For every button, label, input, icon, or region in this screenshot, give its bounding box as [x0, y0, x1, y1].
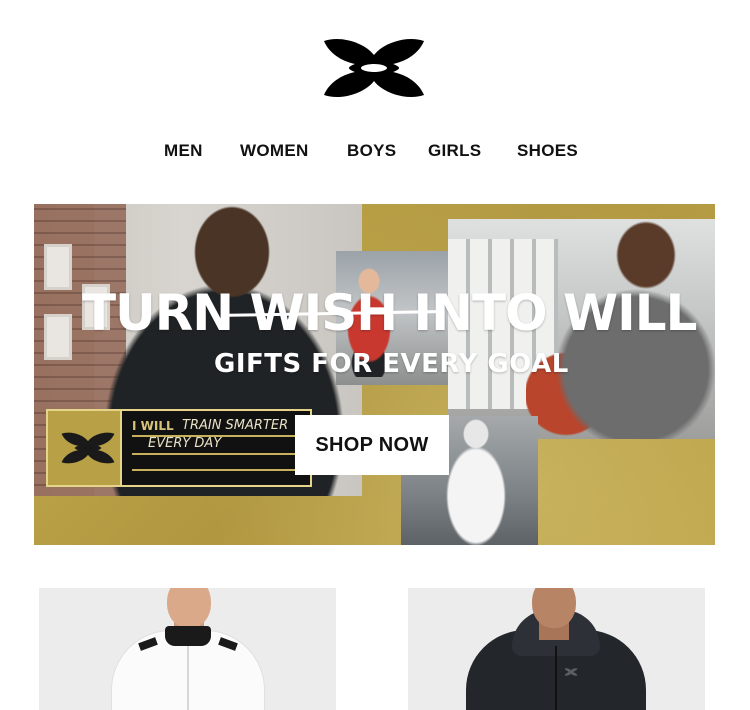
window: [44, 314, 72, 360]
hero-headline: TURN WISH INTO WILL: [82, 284, 697, 342]
nav-shoes[interactable]: SHOES: [517, 141, 578, 161]
under-armour-logo-icon: [61, 432, 115, 464]
zipper: [555, 646, 557, 710]
divider: [132, 453, 298, 455]
i-will-label: I WILL: [132, 419, 174, 433]
i-will-goal-line2: EVERY DAY: [148, 436, 222, 451]
nav-men[interactable]: MEN: [164, 141, 203, 161]
i-will-card: I WILL TRAIN SMARTER EVERY DAY: [120, 411, 310, 485]
hero-subheadline: GIFTS FOR EVERY GOAL: [214, 349, 569, 379]
zipper: [187, 646, 189, 710]
under-armour-logo-icon[interactable]: [321, 37, 427, 99]
nav-girls[interactable]: GIRLS: [428, 141, 481, 161]
shop-now-button[interactable]: SHOP NOW: [295, 415, 449, 475]
nav-boys[interactable]: BOYS: [347, 141, 396, 161]
headline-struck-word: WISH: [249, 284, 398, 342]
i-will-badge: I WILL TRAIN SMARTER EVERY DAY: [46, 409, 312, 487]
window: [44, 244, 72, 290]
jacket-collar: [165, 626, 211, 646]
headline-part1: TURN: [82, 284, 234, 342]
divider: [132, 469, 298, 471]
under-armour-logo-icon: [564, 668, 578, 676]
golfer-figure: [441, 416, 511, 545]
i-will-goal-line1: TRAIN SMARTER: [182, 418, 289, 433]
nav-women[interactable]: WOMEN: [240, 141, 309, 161]
hero-banner[interactable]: TURN WISH INTO WILL GIFTS FOR EVERY GOAL…: [34, 204, 715, 545]
model-head: [167, 588, 211, 628]
headline-part2: INTO WILL: [413, 284, 698, 342]
main-nav: MEN WOMEN BOYS GIRLS SHOES: [0, 141, 750, 165]
product-card[interactable]: [408, 588, 705, 710]
product-card[interactable]: [39, 588, 336, 710]
